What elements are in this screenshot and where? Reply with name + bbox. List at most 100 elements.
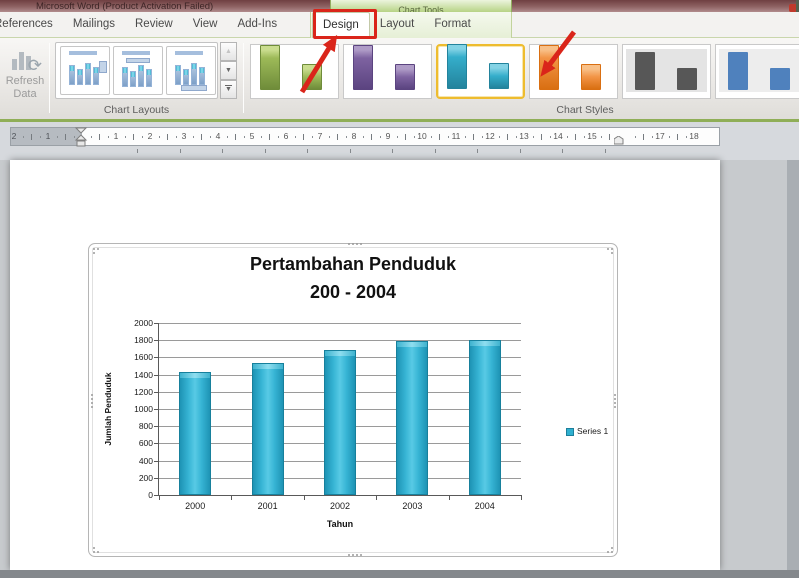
refresh-data-button[interactable]: ⟳ Refresh Data xyxy=(2,41,48,113)
ruler-number: 4 xyxy=(215,131,221,141)
tab-stop-tick xyxy=(519,149,521,153)
chart-layout-2-option[interactable] xyxy=(113,46,163,95)
x-tick-mark xyxy=(448,495,450,500)
ruler-number: 11 xyxy=(451,131,461,141)
tab-stop-tick xyxy=(307,149,308,153)
ruler-number: 10 xyxy=(417,131,427,141)
ruler-tick xyxy=(31,134,32,140)
y-tick-label: 1200 xyxy=(134,386,153,397)
chart-style-blue[interactable] xyxy=(715,44,799,99)
ruler-dot xyxy=(311,136,313,138)
x-tick-label: 2002 xyxy=(329,501,350,511)
bar-2001[interactable] xyxy=(251,363,284,495)
vertical-scrollbar[interactable] xyxy=(787,160,799,570)
tab-stop-tick xyxy=(477,149,478,153)
x-tick-label: 2003 xyxy=(402,501,423,511)
chart-style-orange[interactable] xyxy=(529,44,618,99)
chart-layout-3-option[interactable] xyxy=(166,46,216,95)
tab-add-ins[interactable]: Add-Ins xyxy=(227,12,287,38)
ruler-dot xyxy=(345,136,347,138)
chart-style-green[interactable] xyxy=(250,44,339,99)
tab-mailings[interactable]: Mailings xyxy=(63,12,125,38)
ruler-number: 18 xyxy=(689,131,699,141)
group-divider xyxy=(243,43,244,113)
bar-2000[interactable] xyxy=(179,372,212,495)
ruler-number: 15 xyxy=(587,131,597,141)
x-tick-label: 2000 xyxy=(185,501,206,511)
ruler-number: 6 xyxy=(283,131,289,141)
y-tick-label: 2000 xyxy=(134,318,153,328)
ruler-dot xyxy=(668,136,670,138)
tab-view[interactable]: View xyxy=(183,12,228,38)
ruler-number: 2 xyxy=(147,131,153,141)
gallery-more-button[interactable]: ▼ xyxy=(220,80,237,99)
x-axis-title[interactable]: Tahun xyxy=(240,519,440,529)
chart-object[interactable]: Pertambahan Penduduk 200 - 2004 0 200 400 6… xyxy=(88,243,618,557)
ruler-number: 8 xyxy=(351,131,357,141)
refresh-data-label: Refresh Data xyxy=(5,75,45,100)
ruler-tick xyxy=(405,134,406,140)
ruler-number: 14 xyxy=(553,131,563,141)
bar-2004[interactable] xyxy=(468,340,501,495)
chart-tools-label: Chart Tools xyxy=(398,5,444,12)
ruler-dot xyxy=(260,136,262,138)
y-axis-line xyxy=(158,323,159,496)
tab-stop-tick xyxy=(604,149,606,153)
ruler-dot xyxy=(651,136,653,138)
y-tick-label: 600 xyxy=(138,438,153,449)
y-tick-label: 400 xyxy=(138,455,153,466)
ruler-dot xyxy=(464,136,466,138)
tab-format[interactable]: Format xyxy=(424,12,480,38)
style-bar xyxy=(677,68,697,90)
chart-style-teal-selected[interactable] xyxy=(436,44,525,99)
tab-layout[interactable]: Layout xyxy=(370,12,425,38)
chart-style-purple[interactable] xyxy=(343,44,432,99)
tab-references[interactable]: References xyxy=(0,12,63,38)
chart-layout-1-option[interactable] xyxy=(60,46,110,95)
ruler-tick xyxy=(371,134,372,140)
x-tick-mark xyxy=(159,495,160,500)
ruler-tick xyxy=(643,134,644,140)
bar-2002[interactable] xyxy=(324,349,356,495)
x-tick-mark xyxy=(231,495,233,500)
tab-review[interactable]: Review xyxy=(125,12,183,38)
ruler-dot xyxy=(107,136,109,138)
gallery-scroll-down-button[interactable]: ▼ xyxy=(220,61,237,80)
gallery-scroll-up-button[interactable]: ▲ xyxy=(220,42,237,61)
document-page[interactable]: Pertambahan Penduduk 200 - 2004 0 200 400 6… xyxy=(10,160,720,570)
chart-layouts-group-label: Chart Layouts xyxy=(103,104,170,116)
ruler-dot xyxy=(498,136,500,138)
ruler-tick xyxy=(609,134,610,140)
ruler-dot xyxy=(158,136,160,138)
ruler-tick xyxy=(99,134,100,140)
right-indent-marker[interactable] xyxy=(614,136,624,146)
ruler-tick xyxy=(473,134,474,140)
chart-style-dark-gray[interactable] xyxy=(622,44,711,99)
ruler-dot xyxy=(583,136,585,138)
ruler-dot xyxy=(226,136,228,138)
ruler-dot xyxy=(396,136,398,138)
ruler-dot xyxy=(413,136,415,138)
indent-markers[interactable] xyxy=(74,127,88,148)
y-axis-title[interactable]: Jumlah Penduduk xyxy=(103,323,115,495)
ruler-dot xyxy=(447,136,449,138)
ruler-tick xyxy=(439,134,440,140)
ruler-tick xyxy=(337,134,338,140)
ruler-dot xyxy=(532,136,534,138)
bar-2003[interactable] xyxy=(396,341,429,495)
group-divider xyxy=(49,43,50,113)
ruler-dot xyxy=(481,136,483,138)
ruler-dot xyxy=(39,136,41,138)
tab-stop-tick xyxy=(349,149,351,153)
style-bar xyxy=(260,45,280,90)
refresh-arrows-glyph: ⟳ xyxy=(27,56,42,75)
ruler-dot xyxy=(430,136,432,138)
gridline xyxy=(159,323,521,324)
ruler-dot xyxy=(549,136,551,138)
ruler-dot xyxy=(243,136,245,138)
x-tick-mark xyxy=(521,495,522,500)
y-tick-label: 1600 xyxy=(134,352,153,363)
chart-legend[interactable]: Series 1 xyxy=(566,426,626,438)
style-bar xyxy=(302,64,322,90)
ruler-number: 1 xyxy=(45,131,51,141)
